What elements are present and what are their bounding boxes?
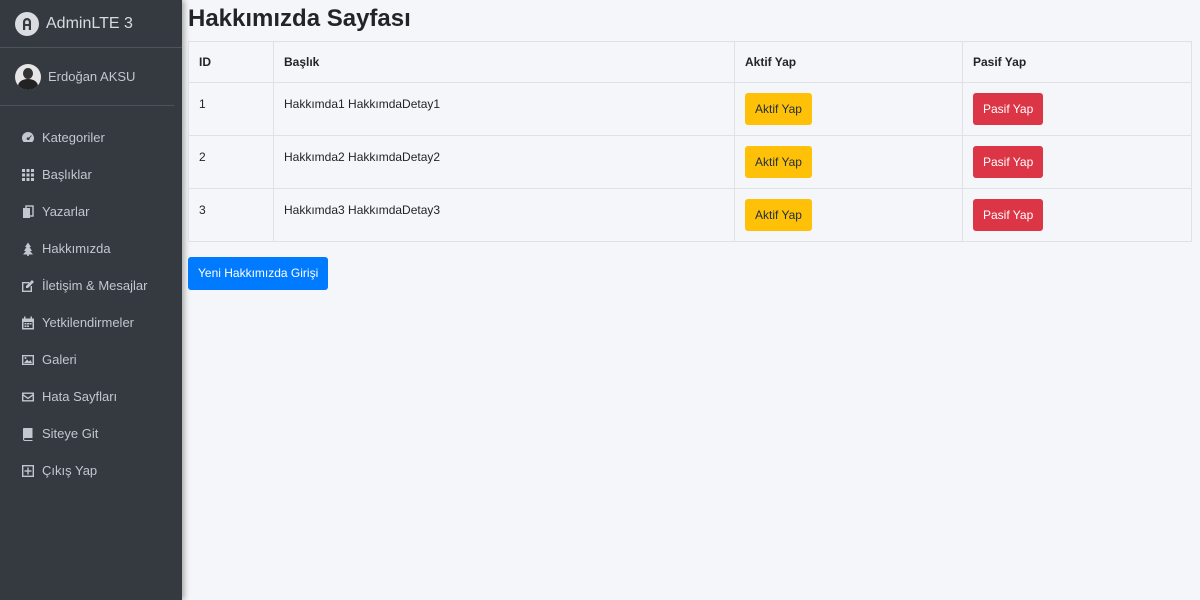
sidebar-item-label: Hata Sayfları: [42, 389, 118, 404]
sidebar-item-hata-sayflari[interactable]: Hata Sayfları: [0, 378, 182, 415]
sidebar-item-kategoriler[interactable]: Kategoriler: [0, 119, 182, 156]
column-header-aktif: Aktif Yap: [734, 41, 963, 83]
cell-id: 2: [188, 135, 274, 189]
plus-square-icon: [21, 464, 35, 478]
adminlte-logo-icon: [15, 11, 39, 36]
sidebar-item-galeri[interactable]: Galeri: [0, 341, 182, 378]
calendar-icon: [21, 316, 35, 330]
sidebar-item-label: Hakkımızda: [42, 241, 111, 256]
table-row: 1 Hakkımda1 HakkımdaDetay1 Aktif Yap Pas…: [188, 82, 1192, 136]
sidebar-item-cikis-yap[interactable]: Çıkış Yap: [0, 452, 182, 489]
sidebar: AdminLTE 3 Erdoğan AKSU Kategoriler Başl…: [0, 0, 182, 600]
cell-pasif: Pasif Yap: [962, 188, 1192, 242]
cell-aktif: Aktif Yap: [734, 135, 963, 189]
envelope-icon: [21, 390, 35, 404]
sidebar-item-label: Yetkilendirmeler: [42, 315, 135, 330]
sidebar-item-hakkimizda[interactable]: Hakkımızda: [0, 230, 182, 267]
sidebar-item-label: Siteye Git: [42, 426, 99, 441]
new-about-button[interactable]: Yeni Hakkımızda Girişi: [188, 257, 329, 290]
aktif-yap-button[interactable]: Aktif Yap: [745, 93, 812, 125]
pasif-yap-button[interactable]: Pasif Yap: [973, 93, 1044, 125]
table-header-row: ID Başlık Aktif Yap Pasif Yap: [188, 41, 1192, 83]
brand-link[interactable]: AdminLTE 3: [0, 0, 182, 48]
sidebar-item-label: Yazarlar: [42, 204, 90, 219]
cell-id: 1: [188, 82, 274, 136]
sidebar-nav: Kategoriler Başlıklar Yazarlar Hakkımızd…: [0, 106, 182, 489]
sidebar-item-label: Galeri: [42, 352, 77, 367]
grid-icon: [21, 168, 35, 182]
sidebar-item-label: Çıkış Yap: [42, 463, 98, 478]
sidebar-item-iletisim[interactable]: İletişim & Mesajlar: [0, 267, 182, 304]
cell-title: Hakkımda2 HakkımdaDetay2: [273, 135, 735, 189]
copy-icon: [21, 204, 35, 219]
aktif-yap-button[interactable]: Aktif Yap: [745, 199, 812, 231]
sidebar-item-yetkilendirmeler[interactable]: Yetkilendirmeler: [0, 304, 182, 341]
user-name: Erdoğan AKSU: [48, 69, 136, 84]
user-panel[interactable]: Erdoğan AKSU: [0, 48, 174, 106]
pasif-yap-button[interactable]: Pasif Yap: [973, 199, 1044, 231]
sidebar-item-basliklar[interactable]: Başlıklar: [0, 156, 182, 193]
brand-text: AdminLTE 3: [46, 14, 133, 32]
image-icon: [21, 353, 35, 367]
main-content: Hakkımızda Sayfası ID Başlık Aktif Yap P…: [188, 0, 1192, 290]
edit-icon: [21, 279, 35, 293]
about-table: ID Başlık Aktif Yap Pasif Yap 1 Hakkımda…: [188, 41, 1192, 242]
sidebar-item-label: Kategoriler: [42, 130, 105, 145]
cell-title: Hakkımda1 HakkımdaDetay1: [273, 82, 735, 136]
sidebar-item-siteye-git[interactable]: Siteye Git: [0, 415, 182, 452]
book-icon: [21, 427, 35, 441]
pasif-yap-button[interactable]: Pasif Yap: [973, 146, 1044, 178]
column-header-baslik: Başlık: [273, 41, 735, 83]
tree-icon: [21, 242, 35, 256]
cell-pasif: Pasif Yap: [962, 82, 1192, 136]
cell-aktif: Aktif Yap: [734, 82, 963, 136]
column-header-id: ID: [188, 41, 274, 83]
sidebar-item-label: İletişim & Mesajlar: [42, 278, 148, 293]
table-row: 3 Hakkımda3 HakkımdaDetay3 Aktif Yap Pas…: [188, 188, 1192, 242]
cell-id: 3: [188, 188, 274, 242]
table-row: 2 Hakkımda2 HakkımdaDetay2 Aktif Yap Pas…: [188, 135, 1192, 189]
cell-title: Hakkımda3 HakkımdaDetay3: [273, 188, 735, 242]
sidebar-item-label: Başlıklar: [42, 167, 92, 182]
tachometer-icon: [21, 131, 35, 145]
page-title: Hakkımızda Sayfası: [188, 5, 411, 32]
cell-pasif: Pasif Yap: [962, 135, 1192, 189]
avatar: [15, 63, 41, 90]
column-header-pasif: Pasif Yap: [962, 41, 1192, 83]
cell-aktif: Aktif Yap: [734, 188, 963, 242]
aktif-yap-button[interactable]: Aktif Yap: [745, 146, 812, 178]
sidebar-item-yazarlar[interactable]: Yazarlar: [0, 193, 182, 230]
